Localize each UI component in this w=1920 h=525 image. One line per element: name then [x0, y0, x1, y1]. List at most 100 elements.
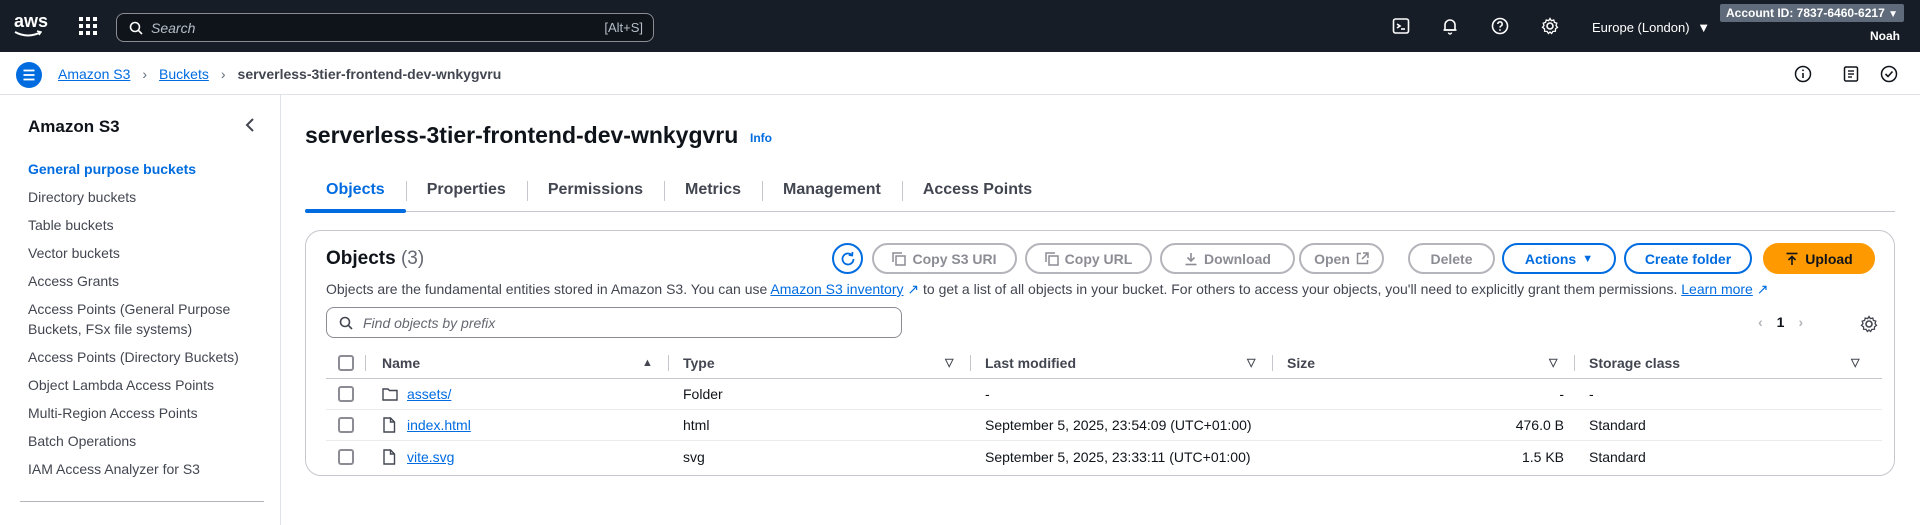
feedback-icon[interactable] — [1880, 65, 1898, 83]
objects-title: Objects — [326, 248, 396, 269]
download-icon — [1185, 252, 1197, 265]
sidebar-item-access-grants[interactable]: Access Grants — [28, 271, 264, 291]
page-number[interactable]: 1 — [1777, 314, 1785, 330]
chevron-right-icon: › — [142, 66, 148, 82]
object-last-modified: September 5, 2025, 23:54:09 (UTC+01:00) — [985, 417, 1252, 433]
tab-objects[interactable]: Objects — [305, 170, 406, 213]
cloudshell-icon[interactable] — [1392, 17, 1412, 37]
desc-text-2: to get a list of all objects in your buc… — [923, 281, 1678, 297]
region-selector[interactable]: Europe (London) ▼ — [1592, 20, 1710, 35]
objects-table: Name ▲ Type ▽ Last modified ▽ Size ▽ Sto… — [326, 347, 1882, 472]
refresh-button[interactable] — [832, 243, 863, 274]
sidebar-nav: General purpose buckets Directory bucket… — [28, 159, 264, 487]
sidebar-item-object-lambda[interactable]: Object Lambda Access Points — [28, 375, 264, 395]
settings-gear-icon[interactable] — [1541, 17, 1561, 37]
delete-button[interactable]: Delete — [1408, 243, 1495, 274]
info-circle-icon[interactable] — [1794, 65, 1812, 83]
object-filter[interactable] — [326, 307, 902, 338]
s3-inventory-link[interactable]: Amazon S3 inventory — [770, 281, 903, 297]
table-settings-icon[interactable] — [1860, 315, 1878, 333]
tab-management[interactable]: Management — [762, 170, 902, 212]
object-name-link[interactable]: assets/ — [407, 386, 451, 402]
select-all-checkbox[interactable] — [338, 354, 354, 371]
prev-page-icon[interactable]: ‹ — [1758, 314, 1763, 330]
object-type: html — [683, 417, 710, 433]
table-header: Name ▲ Type ▽ Last modified ▽ Size ▽ Sto… — [326, 347, 1882, 379]
pagination: ‹ 1 › — [1758, 314, 1803, 330]
tab-properties[interactable]: Properties — [405, 170, 527, 212]
row-checkbox[interactable] — [338, 386, 354, 402]
account-menu[interactable]: Account ID: 7837-6460-6217 ▼ — [1720, 4, 1904, 22]
column-last-modified[interactable]: Last modified — [985, 347, 1076, 378]
external-link-icon — [1356, 252, 1369, 265]
row-checkbox[interactable] — [338, 448, 354, 465]
download-button[interactable]: Download — [1160, 243, 1295, 274]
side-menu-toggle[interactable] — [16, 62, 42, 88]
copy-s3-uri-button[interactable]: Copy S3 URI — [872, 243, 1017, 274]
object-storage-class: Standard — [1589, 448, 1646, 465]
sort-icon[interactable]: ▽ — [1549, 347, 1557, 378]
info-link[interactable]: Info — [750, 131, 772, 145]
sidebar-item-batch-operations[interactable]: Batch Operations — [28, 431, 264, 451]
search-input[interactable] — [151, 18, 551, 38]
column-divider — [668, 355, 669, 371]
column-type[interactable]: Type — [683, 347, 715, 378]
breadcrumb-bar: Amazon S3 › Buckets › serverless-3tier-f… — [0, 52, 1920, 95]
sidebar-item-vector-buckets[interactable]: Vector buckets — [28, 243, 264, 263]
sort-icon[interactable]: ▽ — [945, 347, 953, 378]
tab-permissions[interactable]: Permissions — [526, 170, 664, 212]
column-storage-class[interactable]: Storage class — [1589, 347, 1680, 378]
upload-label: Upload — [1805, 250, 1853, 267]
collapse-sidebar-icon[interactable] — [244, 117, 256, 133]
object-last-modified: - — [985, 386, 990, 402]
search-icon — [339, 316, 353, 330]
global-search[interactable]: [Alt+S] — [116, 13, 654, 42]
copy-url-button[interactable]: Copy URL — [1025, 243, 1152, 274]
object-type: Folder — [683, 386, 723, 402]
breadcrumb-buckets[interactable]: Buckets — [159, 66, 209, 82]
learn-more-link[interactable]: Learn more — [1681, 281, 1753, 297]
sidebar-title: Amazon S3 — [28, 117, 120, 136]
tab-metrics[interactable]: Metrics — [663, 170, 762, 212]
caret-down-icon: ▼ — [1888, 9, 1898, 20]
column-name[interactable]: Name — [382, 347, 420, 378]
sort-ascending-icon[interactable]: ▲ — [642, 347, 653, 378]
table-row[interactable]: index.html html September 5, 2025, 23:54… — [326, 410, 1882, 441]
upload-button[interactable]: Upload — [1763, 243, 1875, 274]
tab-access-points[interactable]: Access Points — [901, 170, 1053, 212]
notes-icon[interactable] — [1842, 65, 1860, 83]
object-name-link[interactable]: vite.svg — [407, 449, 454, 465]
user-name[interactable]: Noah — [1870, 29, 1900, 43]
actions-dropdown[interactable]: Actions ▼ — [1502, 243, 1616, 274]
create-folder-button[interactable]: Create folder — [1624, 243, 1752, 274]
sort-icon[interactable]: ▽ — [1247, 347, 1255, 378]
table-row[interactable]: vite.svg svg September 5, 2025, 23:33:11… — [326, 441, 1882, 472]
next-page-icon[interactable]: › — [1798, 314, 1803, 330]
sidebar-item-table-buckets[interactable]: Table buckets — [28, 215, 264, 235]
filter-input[interactable] — [363, 314, 863, 332]
aws-logo-text: aws — [14, 11, 49, 31]
hamburger-icon — [23, 69, 35, 81]
sort-icon[interactable]: ▽ — [1851, 347, 1859, 378]
object-name-link[interactable]: index.html — [407, 417, 471, 433]
aws-logo[interactable]: aws — [14, 12, 54, 40]
bell-icon[interactable] — [1441, 17, 1461, 37]
row-checkbox[interactable] — [338, 417, 354, 433]
sidebar-item-directory-buckets[interactable]: Directory buckets — [28, 187, 264, 207]
table-row[interactable]: assets/ Folder - - - — [326, 379, 1882, 410]
folder-icon — [382, 379, 398, 409]
column-size[interactable]: Size — [1287, 347, 1315, 378]
open-button[interactable]: Open — [1299, 243, 1384, 274]
sidebar-item-access-points-general[interactable]: Access Points (General Purpose Buckets, … — [28, 299, 264, 339]
column-divider — [365, 355, 366, 371]
sidebar-item-iam-access-analyzer[interactable]: IAM Access Analyzer for S3 — [28, 459, 264, 479]
sidebar-item-multi-region[interactable]: Multi-Region Access Points — [28, 403, 264, 423]
services-grid-icon[interactable] — [78, 16, 100, 38]
help-icon[interactable] — [1491, 17, 1511, 37]
search-icon — [129, 21, 143, 35]
breadcrumb-amazon-s3[interactable]: Amazon S3 — [58, 66, 130, 82]
copy-icon — [892, 251, 907, 266]
sidebar-item-access-points-directory[interactable]: Access Points (Directory Buckets) — [28, 347, 264, 367]
sidebar-item-general-purpose-buckets[interactable]: General purpose buckets — [28, 159, 264, 179]
object-last-modified: September 5, 2025, 23:33:11 (UTC+01:00) — [985, 448, 1251, 465]
